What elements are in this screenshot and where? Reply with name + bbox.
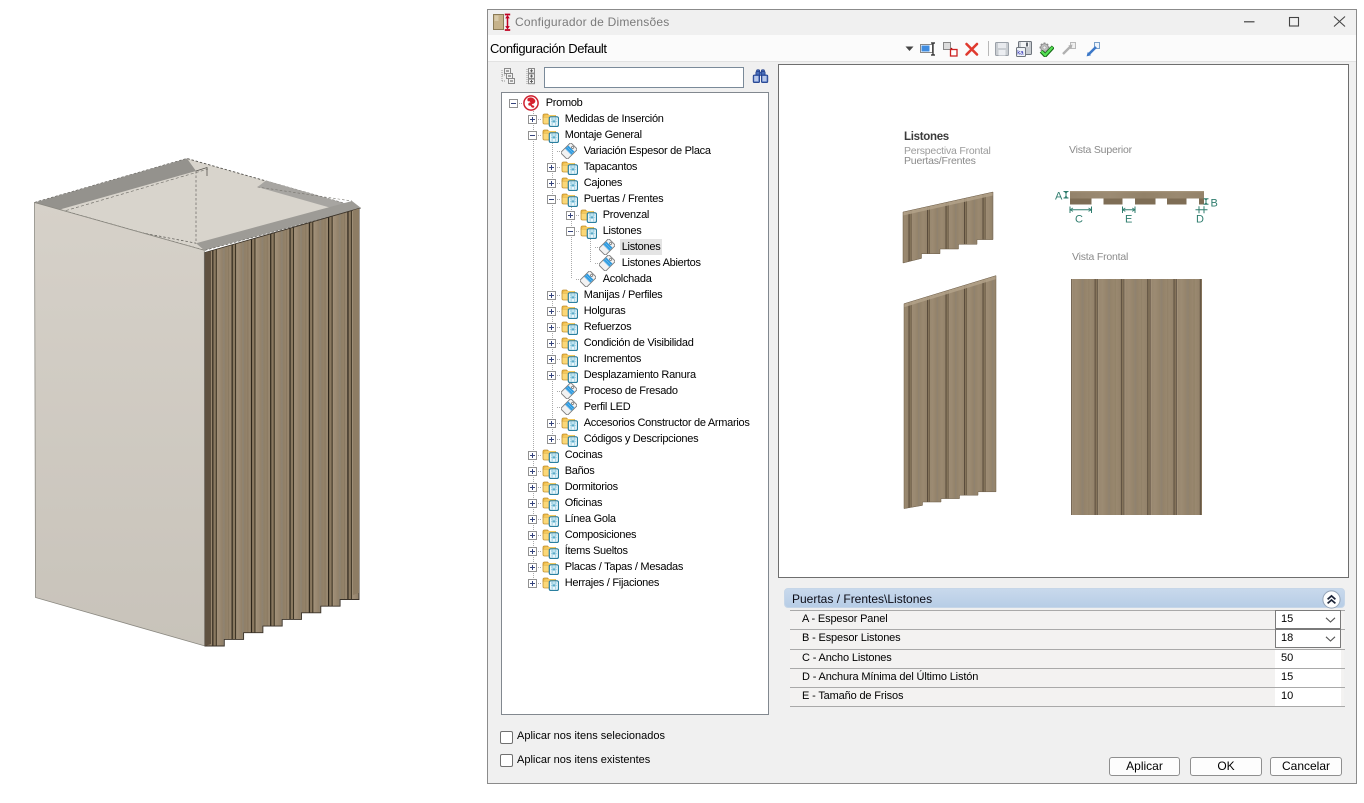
svg-text:B: B bbox=[1211, 198, 1218, 210]
svg-text:A: A bbox=[1055, 191, 1063, 203]
svg-text:C: C bbox=[1075, 214, 1083, 226]
svg-text:E: E bbox=[1125, 214, 1132, 226]
svg-text:ka: ka bbox=[1017, 51, 1024, 57]
svg-text:D: D bbox=[1196, 214, 1204, 226]
